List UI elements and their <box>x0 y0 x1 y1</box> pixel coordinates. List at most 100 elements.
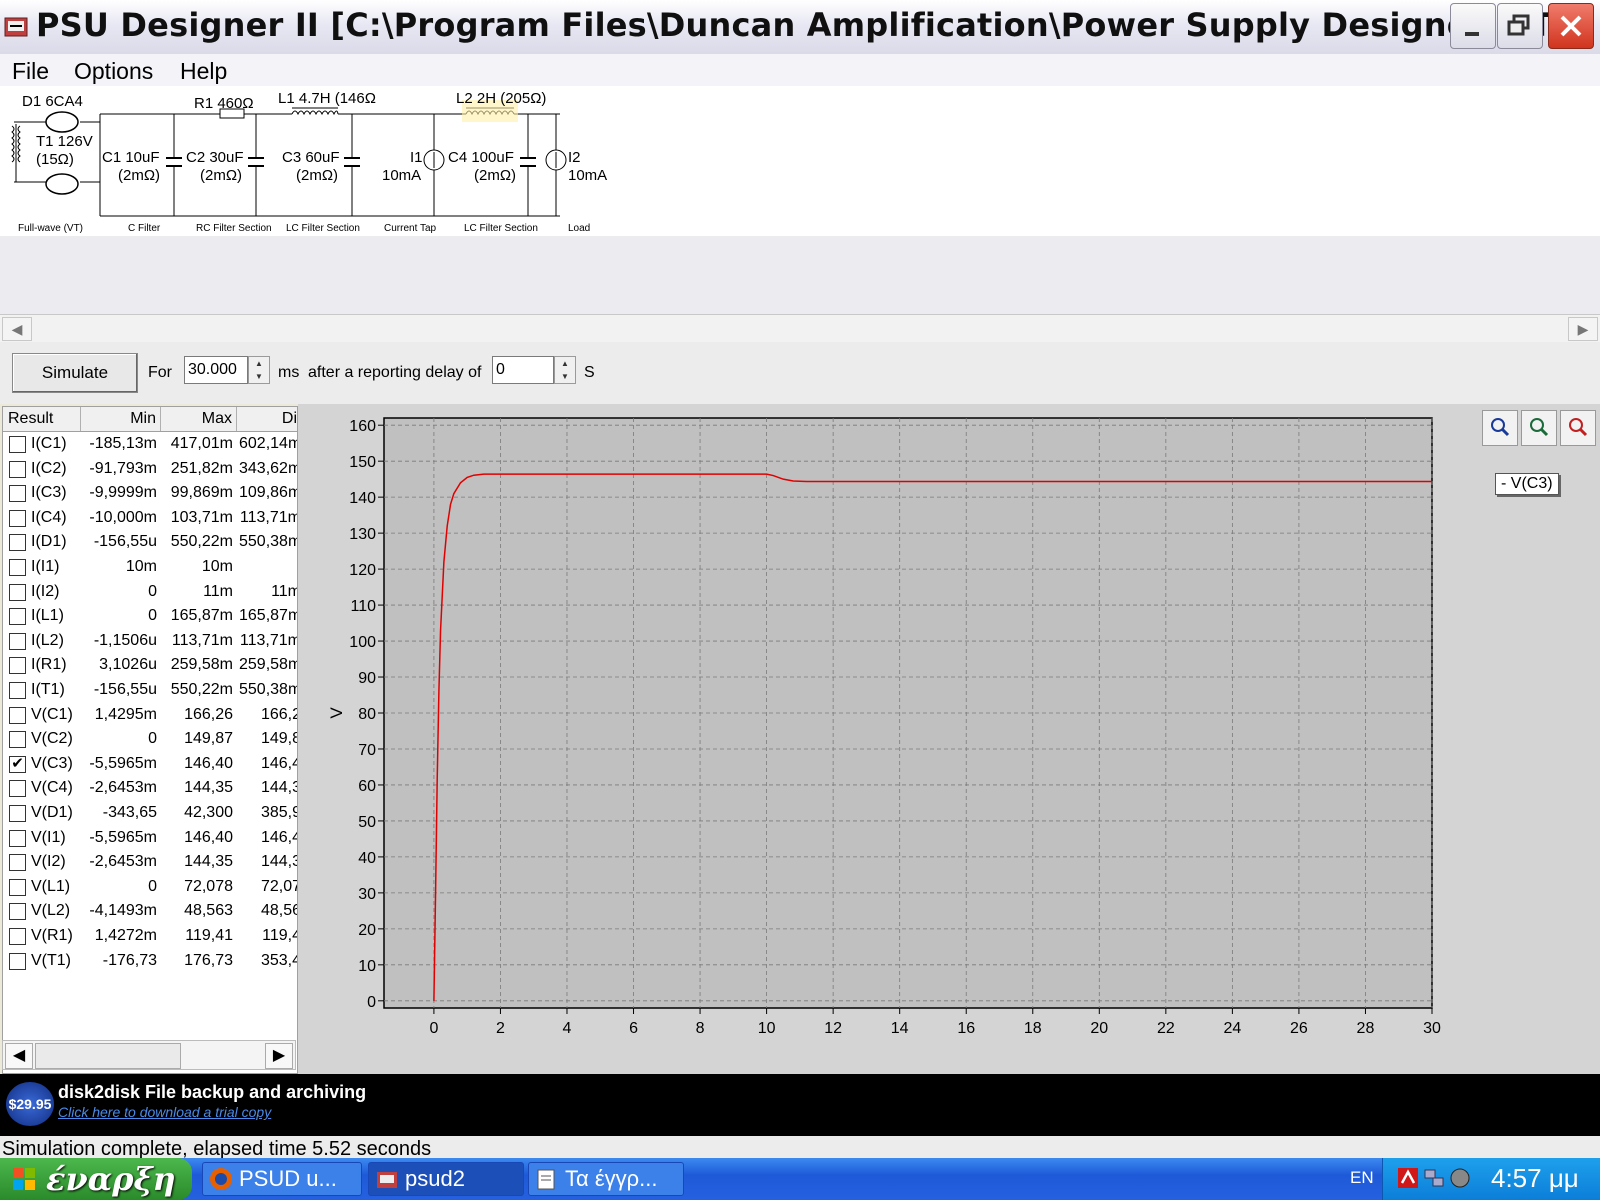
task-psud-browser[interactable]: PSUD u... <box>202 1162 362 1196</box>
table-row[interactable]: I(I1) 10m 10m <box>3 556 297 581</box>
schematic-scrollbar[interactable]: ◀ ▶ <box>0 314 1600 344</box>
column-min[interactable]: Min <box>81 407 161 431</box>
table-row[interactable]: I(D1) -156,55u 550,22m 550,38m <box>3 531 297 556</box>
delay-spinner[interactable]: ▲ ▼ <box>554 356 576 384</box>
volume-icon[interactable] <box>1449 1167 1471 1189</box>
table-row[interactable]: I(T1) -156,55u 550,22m 550,38m <box>3 679 297 704</box>
scroll-thumb[interactable] <box>35 1043 181 1069</box>
minimize-button[interactable] <box>1450 3 1496 49</box>
x-tick-label: 14 <box>891 1020 909 1037</box>
label-c2a: C2 30uF <box>186 149 244 166</box>
result-checkbox[interactable] <box>9 928 26 945</box>
circuit-schematic[interactable]: D1 6CA4 T1 126V (15Ω) R1 460Ω L1 4.7H (1… <box>0 86 1600 236</box>
table-row[interactable]: I(I2) 0 11m 11m <box>3 581 297 606</box>
result-checkbox[interactable] <box>9 682 26 699</box>
simulate-button[interactable]: Simulate <box>12 353 138 393</box>
result-checkbox[interactable] <box>9 509 26 527</box>
result-checkbox[interactable]: ✔ <box>9 755 26 773</box>
table-row[interactable]: V(C4) -2,6453m 144,35 144,3 <box>3 777 297 802</box>
result-checkbox[interactable] <box>9 632 26 650</box>
result-checkbox[interactable] <box>9 952 26 970</box>
network-icon[interactable] <box>1423 1167 1445 1189</box>
column-result[interactable]: Result <box>3 407 81 431</box>
banner-title: disk2disk File backup and archiving <box>58 1082 367 1102</box>
table-row[interactable]: V(T1) -176,73 176,73 353,4 <box>3 950 297 975</box>
spin-down-icon[interactable]: ▼ <box>555 370 575 383</box>
scroll-right-arrow-icon[interactable]: ▶ <box>265 1043 293 1069</box>
column-max[interactable]: Max <box>161 407 237 431</box>
table-row[interactable]: V(I1) -5,5965m 146,40 146,4 <box>3 827 297 852</box>
results-table[interactable]: Result Min Max Di I(C1) -185,13m 417,01m 60… <box>2 406 298 1074</box>
table-row[interactable]: I(L1) 0 165,87m 165,87m <box>3 605 297 630</box>
table-row[interactable]: I(C3) -9,9999m 99,869m 109,86m <box>3 482 297 507</box>
x-tick-label: 6 <box>629 1020 638 1037</box>
schematic-drawing[interactable]: D1 6CA4 T1 126V (15Ω) R1 460Ω L1 4.7H (1… <box>0 86 640 236</box>
table-row[interactable]: V(C1) 1,4295m 166,26 166,2 <box>3 704 297 729</box>
table-row[interactable]: V(L1) 0 72,078 72,07 <box>3 876 297 901</box>
result-checkbox[interactable] <box>9 854 26 872</box>
result-checkbox[interactable] <box>9 534 26 552</box>
result-checkbox[interactable] <box>9 878 26 896</box>
scroll-left-arrow-icon[interactable]: ◀ <box>5 1043 33 1069</box>
result-checkbox[interactable] <box>9 903 26 921</box>
menu-help[interactable]: Help <box>180 58 227 85</box>
voltage-chart[interactable]: 0 2 4 6 8 10 12 14 16 18 20 22 24 26 28 300102030405060… <box>298 404 1600 1074</box>
result-checkbox[interactable] <box>9 657 26 675</box>
spin-down-icon[interactable]: ▼ <box>249 370 269 383</box>
result-name: V(T1) <box>31 951 71 969</box>
result-checkbox[interactable] <box>9 731 26 749</box>
result-checkbox[interactable] <box>9 583 26 601</box>
table-row[interactable]: I(C2) -91,793m 251,82m 343,62m <box>3 458 297 483</box>
delay-input[interactable]: 0 <box>492 356 554 384</box>
result-diff: 166,2 <box>260 705 298 723</box>
table-row[interactable]: I(C1) -185,13m 417,01m 602,14m <box>3 433 297 458</box>
menu-file[interactable]: File <box>12 58 49 85</box>
spin-up-icon[interactable]: ▲ <box>249 357 269 370</box>
close-button[interactable] <box>1548 3 1594 49</box>
banner-link[interactable]: Click here to download a trial copy <box>58 1104 271 1120</box>
task-documents[interactable]: Τα έγγρ... <box>528 1162 684 1196</box>
table-row[interactable]: V(L2) -4,1493m 48,563 48,56 <box>3 900 297 925</box>
language-indicator[interactable]: EN <box>1350 1168 1374 1188</box>
scroll-right-arrow-icon[interactable]: ▶ <box>1568 317 1598 341</box>
zoom-out-button[interactable] <box>1521 410 1557 446</box>
table-row[interactable]: ✔ V(C3) -5,5965m 146,40 146,4 <box>3 753 297 778</box>
scroll-left-arrow-icon[interactable]: ◀ <box>2 317 32 341</box>
duration-input[interactable]: 30.000 <box>184 356 248 384</box>
spin-up-icon[interactable]: ▲ <box>555 357 575 370</box>
table-row[interactable]: I(C4) -10,000m 103,71m 113,71m <box>3 507 297 532</box>
column-diff[interactable]: Di <box>237 407 297 431</box>
zoom-reset-button[interactable] <box>1560 410 1596 446</box>
result-min: 1,4272m <box>94 927 157 944</box>
result-checkbox[interactable] <box>9 485 26 503</box>
result-checkbox[interactable] <box>9 460 26 478</box>
table-row[interactable]: I(L2) -1,1506u 113,71m 113,71m <box>3 630 297 655</box>
result-checkbox[interactable] <box>9 780 26 798</box>
title-bar[interactable]: PSU Designer II [C:\Program Files\Duncan… <box>0 0 1600 55</box>
table-scrollbar[interactable]: ◀ ▶ <box>2 1040 296 1070</box>
table-row[interactable]: V(I2) -2,6453m 144,35 144,3 <box>3 851 297 876</box>
menu-options[interactable]: Options <box>74 58 153 85</box>
result-checkbox[interactable] <box>9 559 26 576</box>
chart-panel[interactable]: 0 2 4 6 8 10 12 14 16 18 20 22 24 26 28 30 0 10 20 30 40 50 60… <box>298 404 1600 1074</box>
x-tick-label: 24 <box>1223 1020 1241 1037</box>
duration-spinner[interactable]: ▲ ▼ <box>248 356 270 384</box>
table-row[interactable]: V(R1) 1,4272m 119,41 119,4 <box>3 925 297 950</box>
result-checkbox[interactable] <box>9 706 26 724</box>
result-checkbox[interactable] <box>9 829 26 847</box>
table-row[interactable]: I(R1) 3,1026u 259,58m 259,58m <box>3 654 297 679</box>
task-psud2[interactable]: psud2 <box>368 1162 524 1196</box>
result-checkbox[interactable] <box>9 805 26 822</box>
result-checkbox[interactable] <box>9 436 26 453</box>
section-lc-filter-1: LC Filter Section <box>286 223 360 234</box>
antivirus-icon[interactable] <box>1397 1167 1419 1189</box>
x-tick-label: 16 <box>957 1020 975 1037</box>
table-row[interactable]: V(D1) -343,65 42,300 385,9 <box>3 802 297 827</box>
zoom-in-button[interactable] <box>1482 410 1518 446</box>
start-button[interactable]: έναρξη <box>0 1158 192 1200</box>
result-checkbox[interactable] <box>9 608 26 626</box>
ad-banner[interactable]: $29.95 disk2disk File backup and archivi… <box>0 1074 1600 1136</box>
for-label: For <box>148 364 172 381</box>
table-row[interactable]: V(C2) 0 149,87 149,8 <box>3 728 297 753</box>
restore-button[interactable] <box>1497 3 1543 49</box>
